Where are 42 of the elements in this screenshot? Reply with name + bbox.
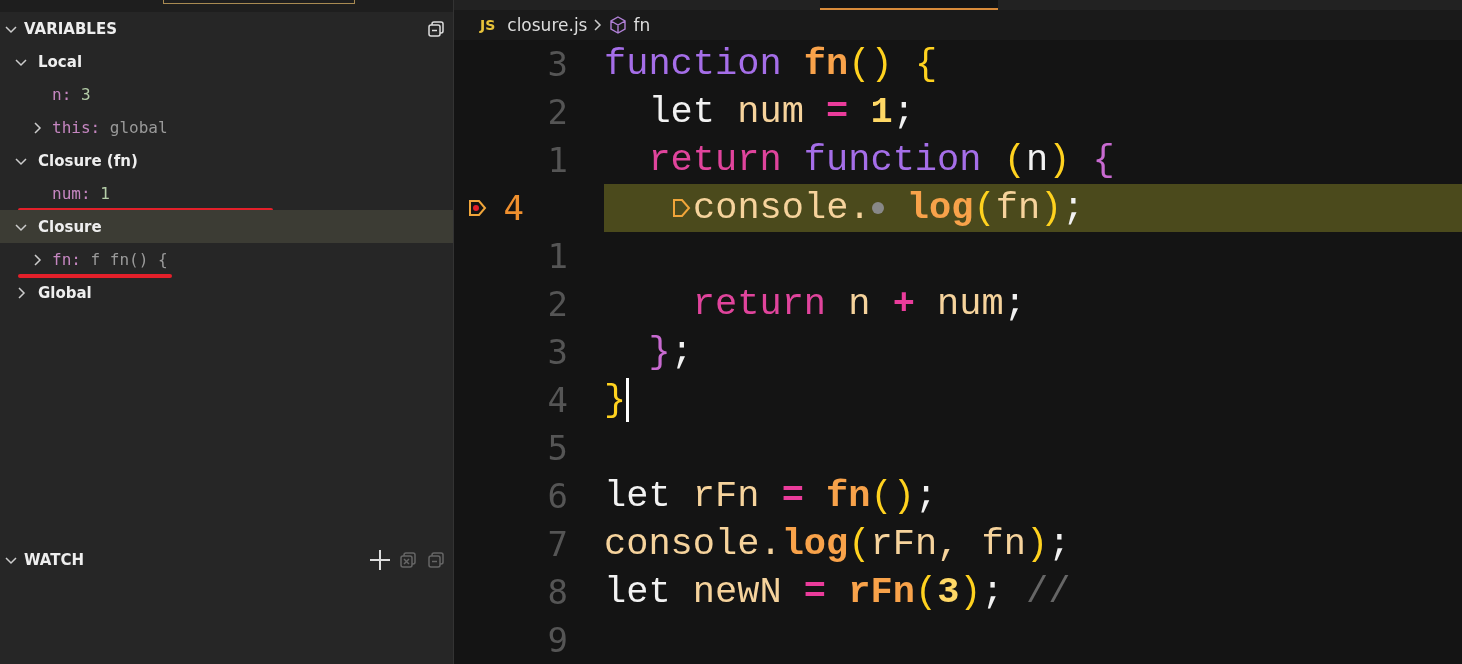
breakpoint-icon[interactable] bbox=[468, 198, 488, 218]
scope-label[interactable]: Closure bbox=[38, 217, 102, 236]
file-type-label: JS bbox=[480, 17, 496, 33]
line-number: 6 bbox=[547, 476, 568, 516]
scope-label[interactable]: Global bbox=[38, 283, 92, 302]
line-number: 1 bbox=[547, 236, 568, 276]
line-number: 8 bbox=[547, 572, 568, 612]
line-number: 9 bbox=[547, 620, 568, 660]
code-line: function fn() { bbox=[604, 43, 938, 85]
code-line: let num = 1; bbox=[647, 91, 915, 133]
code-line: }; bbox=[647, 331, 693, 373]
variable-entry[interactable]: num: 1 bbox=[52, 184, 110, 203]
scope-label[interactable]: Local bbox=[38, 52, 83, 71]
line-number: 3 bbox=[547, 332, 568, 372]
line-number: 2 bbox=[547, 92, 568, 132]
section-title[interactable]: WATCH bbox=[24, 550, 363, 569]
execution-arrow-icon bbox=[671, 196, 693, 220]
line-number: 4 bbox=[547, 380, 568, 420]
line-number: 5 bbox=[547, 428, 568, 468]
code-line: console. log(fn); bbox=[604, 187, 1085, 229]
variable-entry[interactable]: this: global bbox=[52, 118, 168, 137]
line-number: 2 bbox=[547, 284, 568, 324]
line-number: 3 bbox=[547, 44, 568, 84]
line-number: 4 bbox=[503, 188, 524, 228]
code-line: } bbox=[604, 379, 627, 421]
breadcrumb-symbol[interactable]: fn bbox=[633, 15, 651, 35]
scope-label[interactable]: Closure (fn) bbox=[38, 151, 138, 170]
variable-entry[interactable]: n: 3 bbox=[52, 85, 91, 104]
code-line: console.log(rFn, fn); bbox=[604, 523, 1071, 565]
code-line: let newN = rFn(3); // bbox=[604, 571, 1071, 613]
code-line: return function (n) { bbox=[647, 139, 1115, 181]
code-line: let rFn = fn(); bbox=[604, 475, 938, 517]
breadcrumb-file[interactable]: closure.js bbox=[507, 15, 588, 35]
breakpoint-dot-icon bbox=[870, 201, 885, 215]
line-number: 7 bbox=[547, 524, 568, 564]
chevron-right-icon bbox=[593, 18, 604, 32]
cube-icon bbox=[609, 16, 628, 34]
variable-entry[interactable]: fn: f fn() { bbox=[52, 250, 168, 269]
add-icon[interactable] bbox=[369, 548, 391, 571]
line-number: 1 bbox=[547, 140, 568, 180]
code-line: return n + num; bbox=[691, 283, 1026, 325]
section-title[interactable]: VARIABLES bbox=[24, 19, 419, 38]
